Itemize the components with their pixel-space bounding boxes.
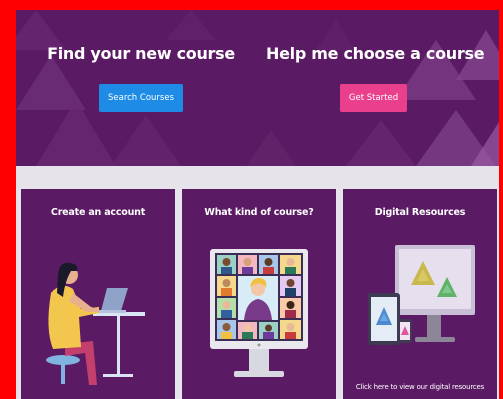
video-call-monitor-icon xyxy=(210,249,308,377)
digital-devices-icon xyxy=(368,245,475,345)
red-frame-top xyxy=(0,0,503,10)
digital-resources-link[interactable]: Click here to view our digital resources xyxy=(343,383,497,391)
card-digital-resources[interactable]: Digital Resources Click here to view our… xyxy=(343,189,497,399)
card-row: Create an account What kind of course? D… xyxy=(16,189,499,399)
search-courses-button[interactable]: Search Courses xyxy=(98,84,183,112)
choose-course-title: Help me choose a course xyxy=(266,44,485,63)
card-course-kind-title: What kind of course? xyxy=(204,207,314,218)
card-course-kind[interactable]: What kind of course? xyxy=(182,189,336,399)
get-started-button[interactable]: Get Started xyxy=(339,84,408,112)
card-create-account[interactable]: Create an account xyxy=(21,189,175,399)
person-at-laptop-icon xyxy=(46,262,145,385)
find-course-section: Find your new course Search Courses xyxy=(36,44,246,112)
red-frame-right xyxy=(499,0,503,399)
find-course-title: Find your new course xyxy=(47,44,235,63)
page: Find your new course Search Courses Help… xyxy=(16,10,499,399)
hero-banner: Find your new course Search Courses Help… xyxy=(16,10,499,166)
red-frame-left xyxy=(0,0,16,399)
card-digital-resources-title: Digital Resources xyxy=(374,207,466,218)
choose-course-section: Help me choose a course Get Started xyxy=(266,44,485,112)
card-create-account-title: Create an account xyxy=(50,207,146,218)
